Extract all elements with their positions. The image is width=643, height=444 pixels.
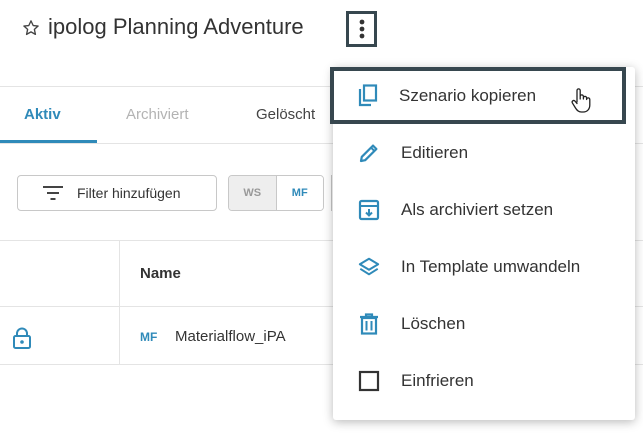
menu-item-freeze[interactable]: Einfrieren: [333, 352, 635, 409]
hand-cursor-icon: [571, 88, 591, 113]
menu-item-label: Als archiviert setzen: [401, 199, 554, 219]
row-name[interactable]: Materialflow_iPA: [175, 328, 286, 345]
lock-icon[interactable]: [12, 327, 32, 349]
checkbox-outline-icon: [358, 369, 380, 393]
context-menu: Szenario kopieren Editieren Als archivie…: [330, 67, 635, 420]
menu-item-label: Löschen: [401, 313, 466, 333]
menu-item-label: Einfrieren: [401, 370, 474, 390]
star-outline-icon[interactable]: [22, 19, 40, 37]
toggle-mf[interactable]: MF: [276, 176, 323, 210]
tab-aktiv[interactable]: Aktiv: [24, 106, 61, 123]
page-title: ipolog Planning Adventure: [48, 14, 304, 39]
menu-item-edit[interactable]: Editieren: [333, 124, 635, 181]
filter-icon: [43, 186, 63, 200]
add-filter-button[interactable]: Filter hinzufügen: [17, 175, 217, 211]
type-toggle-group: WS MF: [228, 175, 324, 211]
copy-icon: [356, 83, 378, 108]
column-divider: [119, 241, 120, 364]
trash-icon: [358, 312, 380, 336]
layers-icon: [358, 255, 380, 279]
tab-geloescht[interactable]: Gelöscht: [256, 106, 315, 123]
add-filter-label: Filter hinzufügen: [77, 185, 181, 201]
archive-icon: [358, 198, 380, 222]
column-header-name[interactable]: Name: [140, 265, 181, 282]
menu-item-delete[interactable]: Löschen: [333, 295, 635, 352]
toggle-ws[interactable]: WS: [229, 176, 277, 210]
menu-item-convert-template[interactable]: In Template umwandeln: [333, 238, 635, 295]
more-options-button[interactable]: [346, 11, 377, 47]
menu-item-archive[interactable]: Als archiviert setzen: [333, 181, 635, 238]
pencil-icon: [358, 141, 380, 165]
menu-item-copy-scenario[interactable]: Szenario kopieren: [330, 67, 626, 124]
more-vertical-icon: [359, 19, 364, 39]
row-type-tag: MF: [140, 330, 158, 344]
menu-item-label: Editieren: [401, 142, 469, 162]
menu-item-label: In Template umwandeln: [401, 256, 581, 276]
tab-archiviert[interactable]: Archiviert: [126, 106, 189, 123]
menu-item-label: Szenario kopieren: [399, 85, 537, 105]
